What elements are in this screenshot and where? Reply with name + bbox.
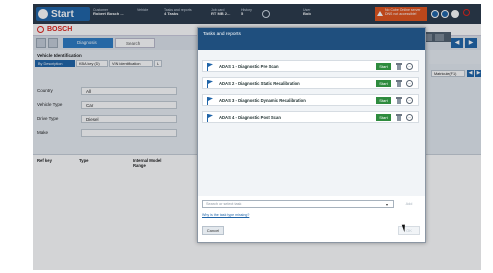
flag-icon xyxy=(207,63,214,71)
more-icon[interactable]: ··· xyxy=(406,80,413,87)
start-task-button[interactable]: Start xyxy=(376,63,391,70)
task-row[interactable]: ADAS 2 - Diagnostic Static Recalibration… xyxy=(202,77,419,89)
flag-icon xyxy=(207,114,214,122)
task-name: ADAS 2 - Diagnostic Static Recalibration xyxy=(219,81,300,86)
task-name: ADAS 3 - Diagnostic Dynamic Recalibratio… xyxy=(219,98,306,103)
cancel-button[interactable]: Cancel xyxy=(202,226,224,235)
start-task-button[interactable]: Start xyxy=(376,80,391,87)
task-name: ADAS 4 - Diagnostic Post Scan xyxy=(219,115,281,120)
task-row[interactable]: ADAS 3 - Diagnostic Dynamic Recalibratio… xyxy=(202,94,419,106)
trash-icon[interactable] xyxy=(396,80,402,87)
chevron-down-icon[interactable]: ▾ xyxy=(386,202,388,207)
missing-task-link[interactable]: Why is the task type missing? xyxy=(202,213,249,217)
tasks-dialog: Tasks and reports ADAS 1 - Diagnostic Pr… xyxy=(197,27,426,243)
task-row[interactable]: ADAS 4 - Diagnostic Post Scan Start ··· xyxy=(202,111,419,123)
flag-icon xyxy=(207,97,214,105)
trash-icon[interactable] xyxy=(396,97,402,104)
task-search-input[interactable]: Search or select task xyxy=(202,200,394,208)
app-window: Start Customer Robert Bosch ... Vehicle … xyxy=(33,4,481,270)
ok-button[interactable]: OK xyxy=(398,226,420,235)
task-list: ADAS 1 - Diagnostic Pre Scan Start ··· A… xyxy=(198,50,425,196)
start-task-button[interactable]: Start xyxy=(376,114,391,121)
more-icon[interactable]: ··· xyxy=(406,97,413,104)
task-row[interactable]: ADAS 1 - Diagnostic Pre Scan Start ··· xyxy=(202,60,419,72)
start-task-button[interactable]: Start xyxy=(376,97,391,104)
more-icon[interactable]: ··· xyxy=(406,63,413,70)
more-icon[interactable]: ··· xyxy=(406,114,413,121)
dialog-title: Tasks and reports xyxy=(203,32,241,37)
task-name: ADAS 1 - Diagnostic Pre Scan xyxy=(219,64,279,69)
trash-icon[interactable] xyxy=(396,63,402,70)
add-task-button[interactable]: Add xyxy=(401,200,417,208)
trash-icon[interactable] xyxy=(396,114,402,121)
dialog-header: Tasks and reports xyxy=(198,28,425,50)
flag-icon xyxy=(207,80,214,88)
